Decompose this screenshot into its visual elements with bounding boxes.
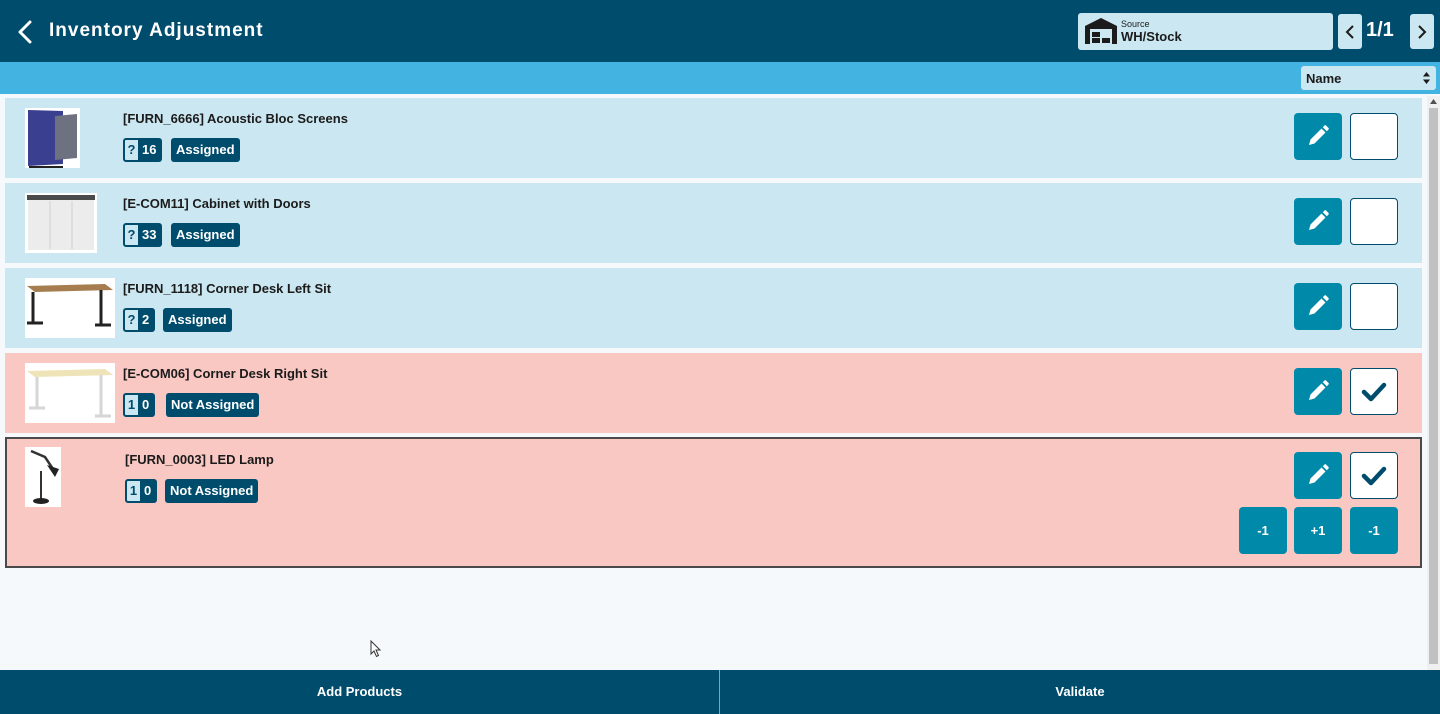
product-image [25,447,61,507]
pencil-icon [1309,380,1329,400]
scroll-up-arrow-icon[interactable] [1429,97,1438,106]
chevron-right-icon [1418,25,1427,39]
product-name: [E-COM11] Cabinet with Doors [123,196,311,211]
counted-quantity: 1 [125,395,138,415]
edit-button[interactable] [1294,283,1342,330]
quantity-indicator: ? 33 [123,223,163,247]
quantity-indicator: 1 0 [123,393,156,417]
pencil-icon [1309,295,1329,315]
status-badge: Not Assigned [166,393,260,417]
checkmark-icon [1361,382,1387,402]
pencil-icon [1309,125,1329,145]
quantity-indicator: ? 16 [123,138,163,162]
edit-button[interactable] [1294,198,1342,245]
source-location-selector[interactable]: Source WH/Stock [1078,13,1333,50]
quantity-indicator: ? 2 [123,308,156,332]
quantity-indicator: 1 0 [125,479,158,503]
product-name: [FURN_1118] Corner Desk Left Sit [123,281,332,296]
on-hand-quantity: 16 [138,140,161,160]
on-hand-quantity: 0 [140,481,156,501]
edit-button[interactable] [1294,452,1342,499]
select-checkbox[interactable] [1350,198,1398,245]
product-row[interactable]: [FURN_1118] Corner Desk Left Sit ? 2 Ass… [5,268,1422,348]
pencil-icon [1309,464,1329,484]
add-products-button[interactable]: Add Products [0,670,719,714]
mouse-cursor-icon [370,640,382,658]
back-button[interactable] [14,18,38,46]
product-row[interactable]: [E-COM06] Corner Desk Right Sit 1 0 Not … [5,353,1422,433]
source-label: Source [1121,19,1150,29]
chevron-left-icon [1345,25,1354,39]
bottom-action-bar: Add Products Validate [0,670,1440,714]
product-image [25,193,97,253]
select-checkbox[interactable] [1350,283,1398,330]
status-badge: Not Assigned [165,479,259,503]
status-badge: Assigned [171,138,240,162]
product-image [25,363,115,423]
counted-quantity: ? [125,225,138,245]
page-title: Inventory Adjustment [49,20,264,41]
sort-select[interactable]: Name [1301,66,1436,90]
warehouse-icon [1085,18,1117,44]
edit-button[interactable] [1294,113,1342,160]
on-hand-quantity: 33 [138,225,161,245]
sort-bar [0,62,1440,94]
select-checkbox[interactable] [1350,113,1398,160]
decrement-button[interactable]: -1 [1350,507,1398,554]
status-badge: Assigned [171,223,240,247]
counted-quantity: ? [125,140,138,160]
counted-quantity: ? [125,310,138,330]
next-page-button[interactable] [1410,14,1434,49]
validate-button[interactable]: Validate [720,670,1440,714]
increment-button[interactable]: +1 [1294,507,1342,554]
product-row-selected[interactable]: [FURN_0003] LED Lamp 1 0 Not Assigned -1… [5,437,1422,568]
checkmark-icon [1361,466,1387,486]
product-name: [FURN_6666] Acoustic Bloc Screens [123,111,348,126]
on-hand-quantity: 2 [138,310,154,330]
product-image [25,278,115,338]
top-bar: Inventory Adjustment Source WH/Stock 1/1 [0,0,1440,62]
counted-quantity: 1 [127,481,140,501]
sort-selected-value: Name [1306,71,1342,86]
chevron-left-icon [18,20,32,44]
select-checkbox[interactable] [1350,452,1398,499]
select-checkbox[interactable] [1350,368,1398,415]
previous-page-button[interactable] [1338,14,1362,49]
sort-updown-icon [1423,72,1430,84]
on-hand-quantity: 0 [138,395,154,415]
edit-button[interactable] [1294,368,1342,415]
product-row[interactable]: [E-COM11] Cabinet with Doors ? 33 Assign… [5,183,1422,263]
product-name: [E-COM06] Corner Desk Right Sit [123,366,328,381]
product-name: [FURN_0003] LED Lamp [125,452,274,467]
product-row[interactable]: [FURN_6666] Acoustic Bloc Screens ? 16 A… [5,98,1422,178]
pencil-icon [1309,210,1329,230]
scrollbar-thumb[interactable] [1429,108,1438,664]
decrement-button[interactable]: -1 [1239,507,1287,554]
page-counter: 1/1 [1366,19,1394,41]
status-badge: Assigned [163,308,232,332]
source-value: WH/Stock [1121,29,1182,44]
product-image [25,108,80,168]
